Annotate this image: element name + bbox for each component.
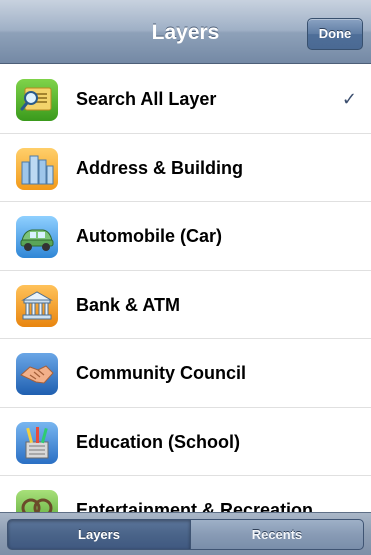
list-item-label: Search All Layer	[76, 89, 217, 109]
list-item-label: Automobile (Car)	[76, 226, 222, 246]
entertainment-icon	[16, 490, 58, 512]
list-item-label: Address & Building	[76, 157, 244, 178]
car-icon	[16, 216, 58, 258]
list-item-education-school[interactable]: Education (School)	[0, 408, 371, 476]
list-item-search-all-layer[interactable]: Search All Layer ✓	[0, 65, 371, 134]
list-item-label: Education (School)	[76, 431, 240, 452]
handshake-icon	[16, 353, 58, 395]
navigation-bar: Layers Done	[0, 0, 371, 64]
list-item-label: Entertainment & Recreation	[76, 500, 314, 512]
bank-icon	[16, 284, 58, 327]
education-icon	[16, 421, 58, 464]
list-item-automobile-car[interactable]: Automobile (Car)	[0, 202, 371, 271]
list-item-bank-atm[interactable]: Bank & ATM	[0, 271, 371, 339]
tab-recents[interactable]: Recents	[190, 519, 364, 550]
list-item-address-building[interactable]: Address & Building	[0, 134, 371, 202]
list-item-label: Bank & ATM	[76, 294, 181, 315]
layers-list: Search All Layer ✓ Address & Building Au…	[0, 65, 371, 512]
search-layer-icon	[16, 79, 58, 121]
tab-layers[interactable]: Layers	[7, 519, 191, 550]
segmented-control-bar: Layers Recents	[0, 512, 371, 555]
list-item-label: Community Council	[76, 363, 246, 383]
done-button[interactable]: Done	[307, 18, 363, 50]
checkmark-icon: ✓	[341, 89, 357, 109]
list-item-entertainment-recreation[interactable]: Entertainment & Recreation	[0, 476, 371, 512]
list-item-community-council[interactable]: Community Council	[0, 339, 371, 408]
building-icon	[16, 147, 58, 190]
